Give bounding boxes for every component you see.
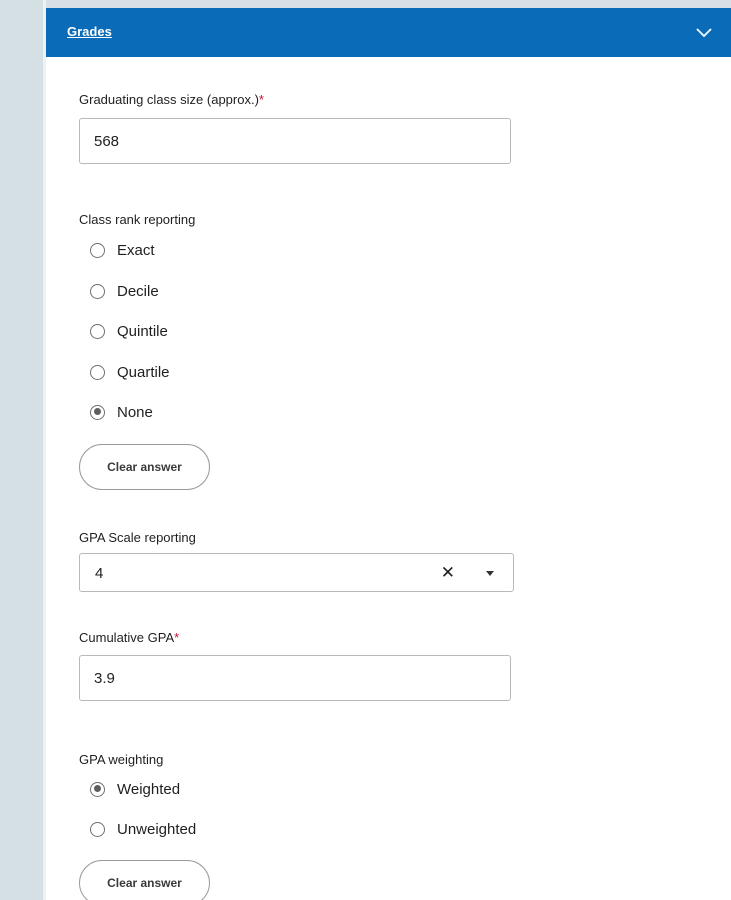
class-rank-option-decile[interactable]: Decile xyxy=(90,280,159,302)
required-asterisk: * xyxy=(174,630,180,645)
radio-label: Exact xyxy=(117,241,155,259)
required-asterisk: * xyxy=(258,92,264,107)
page: Grades Graduating class size (approx.)* … xyxy=(0,0,731,900)
radio-label: Decile xyxy=(117,282,159,300)
cumulative-gpa-value: 3.9 xyxy=(94,670,115,687)
class-size-input[interactable]: 568 xyxy=(79,118,511,164)
grades-section-card: Grades Graduating class size (approx.)* … xyxy=(46,8,731,900)
gpa-weighting-option-weighted[interactable]: Weighted xyxy=(90,778,180,800)
class-size-label: Graduating class size (approx.)* xyxy=(79,92,264,107)
radio-label: Unweighted xyxy=(117,820,197,838)
gpa-scale-select[interactable]: 4 ✕ xyxy=(79,553,514,592)
radio-label: None xyxy=(117,403,153,421)
clear-class-rank-button[interactable]: Clear answer xyxy=(79,444,210,490)
radio-checked-icon[interactable] xyxy=(90,781,105,797)
chevron-down-icon[interactable] xyxy=(693,22,715,44)
cumulative-gpa-label: Cumulative GPA* xyxy=(79,630,179,645)
close-icon[interactable]: ✕ xyxy=(441,563,455,583)
class-size-value: 568 xyxy=(94,133,120,150)
class-rank-option-quartile[interactable]: Quartile xyxy=(90,361,170,383)
cumulative-gpa-input[interactable]: 3.9 xyxy=(79,655,511,701)
clear-gpa-weighting-button[interactable]: Clear answer xyxy=(79,860,210,900)
caret-down-icon[interactable] xyxy=(486,571,494,576)
gpa-scale-value: 4 xyxy=(95,565,104,582)
class-rank-option-exact[interactable]: Exact xyxy=(90,239,155,261)
cumulative-gpa-label-text: Cumulative GPA xyxy=(79,630,175,645)
class-rank-option-quintile[interactable]: Quintile xyxy=(90,320,168,342)
radio-icon[interactable] xyxy=(90,364,105,380)
left-gutter xyxy=(0,0,43,900)
radio-icon[interactable] xyxy=(90,242,105,258)
section-header[interactable]: Grades xyxy=(46,8,731,57)
gpa-weighting-option-unweighted[interactable]: Unweighted xyxy=(90,818,196,840)
gpa-scale-label: GPA Scale reporting xyxy=(79,530,196,545)
radio-label: Weighted xyxy=(117,780,181,798)
radio-icon[interactable] xyxy=(90,283,105,299)
section-title-link[interactable]: Grades xyxy=(67,24,112,39)
radio-label: Quartile xyxy=(117,363,170,381)
radio-icon[interactable] xyxy=(90,323,105,339)
class-rank-option-none[interactable]: None xyxy=(90,401,153,423)
gpa-weighting-label: GPA weighting xyxy=(79,752,164,767)
class-rank-label: Class rank reporting xyxy=(79,212,196,227)
class-size-label-text: Graduating class size (approx.) xyxy=(79,92,259,107)
radio-checked-icon[interactable] xyxy=(90,404,105,420)
radio-icon[interactable] xyxy=(90,821,105,837)
radio-label: Quintile xyxy=(117,322,168,340)
